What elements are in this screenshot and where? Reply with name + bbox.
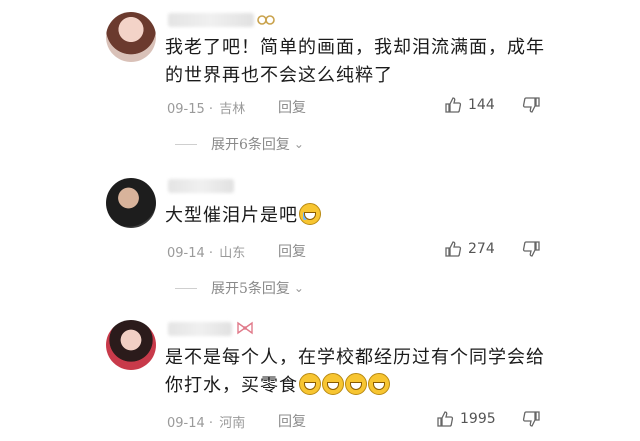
comment-item: 是不是每个人，在学校都经历过有个同学会给你打水，买零食 09-14 · 河南 回… — [0, 312, 640, 441]
dislike-button[interactable] — [520, 410, 542, 430]
grinning-face-icon — [368, 373, 390, 395]
comment-text: 大型催泪片是吧 — [165, 202, 545, 230]
comment-date: 09-14 — [167, 416, 205, 431]
comment-text: 是不是每个人，在学校都经历过有个同学会给你打水，买零食 — [165, 344, 555, 400]
separator: · — [208, 416, 214, 431]
thumb-up-icon — [436, 410, 454, 428]
comment-location: 山东 — [219, 246, 246, 261]
chevron-down-icon: ⌄ — [293, 137, 304, 151]
divider — [175, 287, 197, 289]
comment-meta: 09-14 · 河南 — [167, 412, 245, 431]
separator: · — [208, 246, 214, 261]
expand-replies-label: 展开5条回复 — [211, 281, 290, 297]
thumb-down-icon — [522, 241, 540, 257]
like-count: 274 — [468, 241, 495, 257]
comment-text-body: 大型催泪片是吧 — [165, 205, 298, 226]
separator: · — [208, 102, 214, 117]
comment-date: 09-15 — [167, 102, 205, 117]
username-blurred[interactable] — [168, 179, 234, 193]
thumb-up-icon — [444, 240, 462, 258]
comment-location: 河南 — [219, 416, 246, 431]
divider — [175, 143, 197, 145]
grinning-face-icon — [345, 373, 367, 395]
dislike-button[interactable] — [520, 96, 542, 116]
grinning-face-icon — [299, 373, 321, 395]
dislike-button[interactable] — [520, 240, 542, 260]
comment-date: 09-14 — [167, 246, 205, 261]
like-button[interactable]: 1995 — [436, 410, 496, 428]
username-blurred[interactable] — [168, 13, 254, 27]
comment-meta: 09-15 · 吉林 — [167, 98, 245, 117]
reply-button[interactable]: 回复 — [278, 97, 306, 117]
grinning-face-icon — [322, 373, 344, 395]
like-button[interactable]: 274 — [444, 240, 495, 258]
like-count: 1995 — [460, 411, 496, 427]
expand-replies-label: 展开6条回复 — [211, 137, 290, 153]
thumb-up-icon — [444, 96, 462, 114]
reply-button[interactable]: 回复 — [278, 241, 306, 261]
crying-face-icon — [299, 203, 321, 225]
comment-text-body: 我老了吧！简单的画面，我却泪流满面，成年的世界再也不会这么纯粹了 — [165, 37, 545, 86]
thumb-down-icon — [522, 97, 540, 113]
glasses-icon — [257, 12, 275, 26]
comment-text: 我老了吧！简单的画面，我却泪流满面，成年的世界再也不会这么纯粹了 — [165, 34, 545, 90]
bow-icon — [236, 321, 254, 335]
reply-button[interactable]: 回复 — [278, 411, 306, 431]
chevron-down-icon: ⌄ — [293, 281, 304, 295]
avatar[interactable] — [106, 178, 156, 228]
username-blurred[interactable] — [168, 322, 232, 336]
comment-meta: 09-14 · 山东 — [167, 242, 245, 261]
avatar[interactable] — [106, 12, 156, 62]
comment-item: 大型催泪片是吧 09-14 · 山东 回复 274 展开5条回复 ⌄ — [0, 170, 640, 300]
like-button[interactable]: 144 — [444, 96, 495, 114]
avatar[interactable] — [106, 320, 156, 370]
like-count: 144 — [468, 97, 495, 113]
thumb-down-icon — [522, 411, 540, 427]
expand-replies-button[interactable]: 展开5条回复 ⌄ — [175, 278, 304, 298]
comment-location: 吉林 — [219, 102, 246, 117]
comment-item: 我老了吧！简单的画面，我却泪流满面，成年的世界再也不会这么纯粹了 09-15 ·… — [0, 0, 640, 160]
expand-replies-button[interactable]: 展开6条回复 ⌄ — [175, 134, 304, 154]
